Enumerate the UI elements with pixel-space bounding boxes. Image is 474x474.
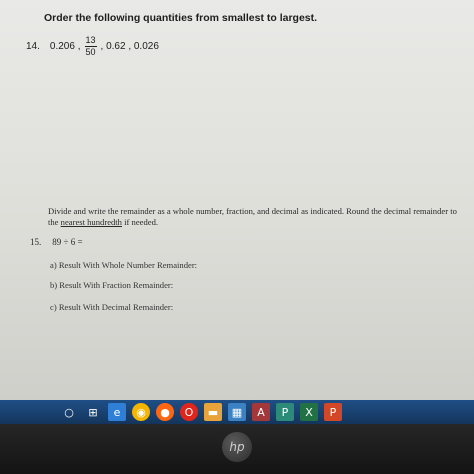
- opera-icon[interactable]: O: [180, 403, 198, 421]
- chrome-icon[interactable]: ◉: [132, 403, 150, 421]
- fraction-numerator: 13: [84, 35, 97, 47]
- question-15-problem: 89 ÷ 6 =: [52, 237, 83, 247]
- store-icon[interactable]: ▦: [228, 403, 246, 421]
- powerpoint-icon[interactable]: P: [324, 403, 342, 421]
- question-15: 15. 89 ÷ 6 =: [30, 237, 83, 247]
- access-icon[interactable]: A: [252, 403, 270, 421]
- part-a-label: a) Result With Whole Number Remainder:: [50, 260, 198, 270]
- windows-taskbar: ○ ⊞ e ◉ ● O ▬ ▦ A P X P: [0, 400, 474, 424]
- question-14-header: Order the following quantities from smal…: [44, 12, 318, 24]
- firefox-icon[interactable]: ●: [156, 403, 174, 421]
- question-15-instructions: Divide and write the remainder as a whol…: [48, 206, 458, 228]
- hp-logo-icon: hp: [222, 432, 252, 462]
- svg-text:hp: hp: [229, 440, 245, 454]
- search-icon[interactable]: ○: [60, 403, 78, 421]
- question-14-rest-values: , 0.62 , 0.026: [100, 41, 159, 52]
- publisher-icon[interactable]: P: [276, 403, 294, 421]
- question-15-number: 15.: [30, 237, 42, 247]
- part-c-label: c) Result With Decimal Remainder:: [50, 302, 174, 312]
- question-14-first-value: 0.206 ,: [49, 41, 81, 52]
- instructions-text-end: if needed.: [124, 217, 159, 227]
- nearest-hundredth-link[interactable]: nearest hundredth: [61, 217, 122, 227]
- fraction-denominator: 50: [85, 47, 96, 57]
- file-explorer-icon[interactable]: ▬: [204, 403, 222, 421]
- question-14: 14. 0.206 , 13 50 , 0.62 , 0.026: [26, 36, 159, 57]
- task-view-icon[interactable]: ⊞: [84, 403, 102, 421]
- question-14-number: 14.: [26, 41, 40, 52]
- document-screen: Order the following quantities from smal…: [0, 0, 474, 400]
- excel-icon[interactable]: X: [300, 403, 318, 421]
- part-b-label: b) Result With Fraction Remainder:: [50, 280, 174, 290]
- edge-icon[interactable]: e: [108, 403, 126, 421]
- question-14-fraction: 13 50: [84, 35, 97, 57]
